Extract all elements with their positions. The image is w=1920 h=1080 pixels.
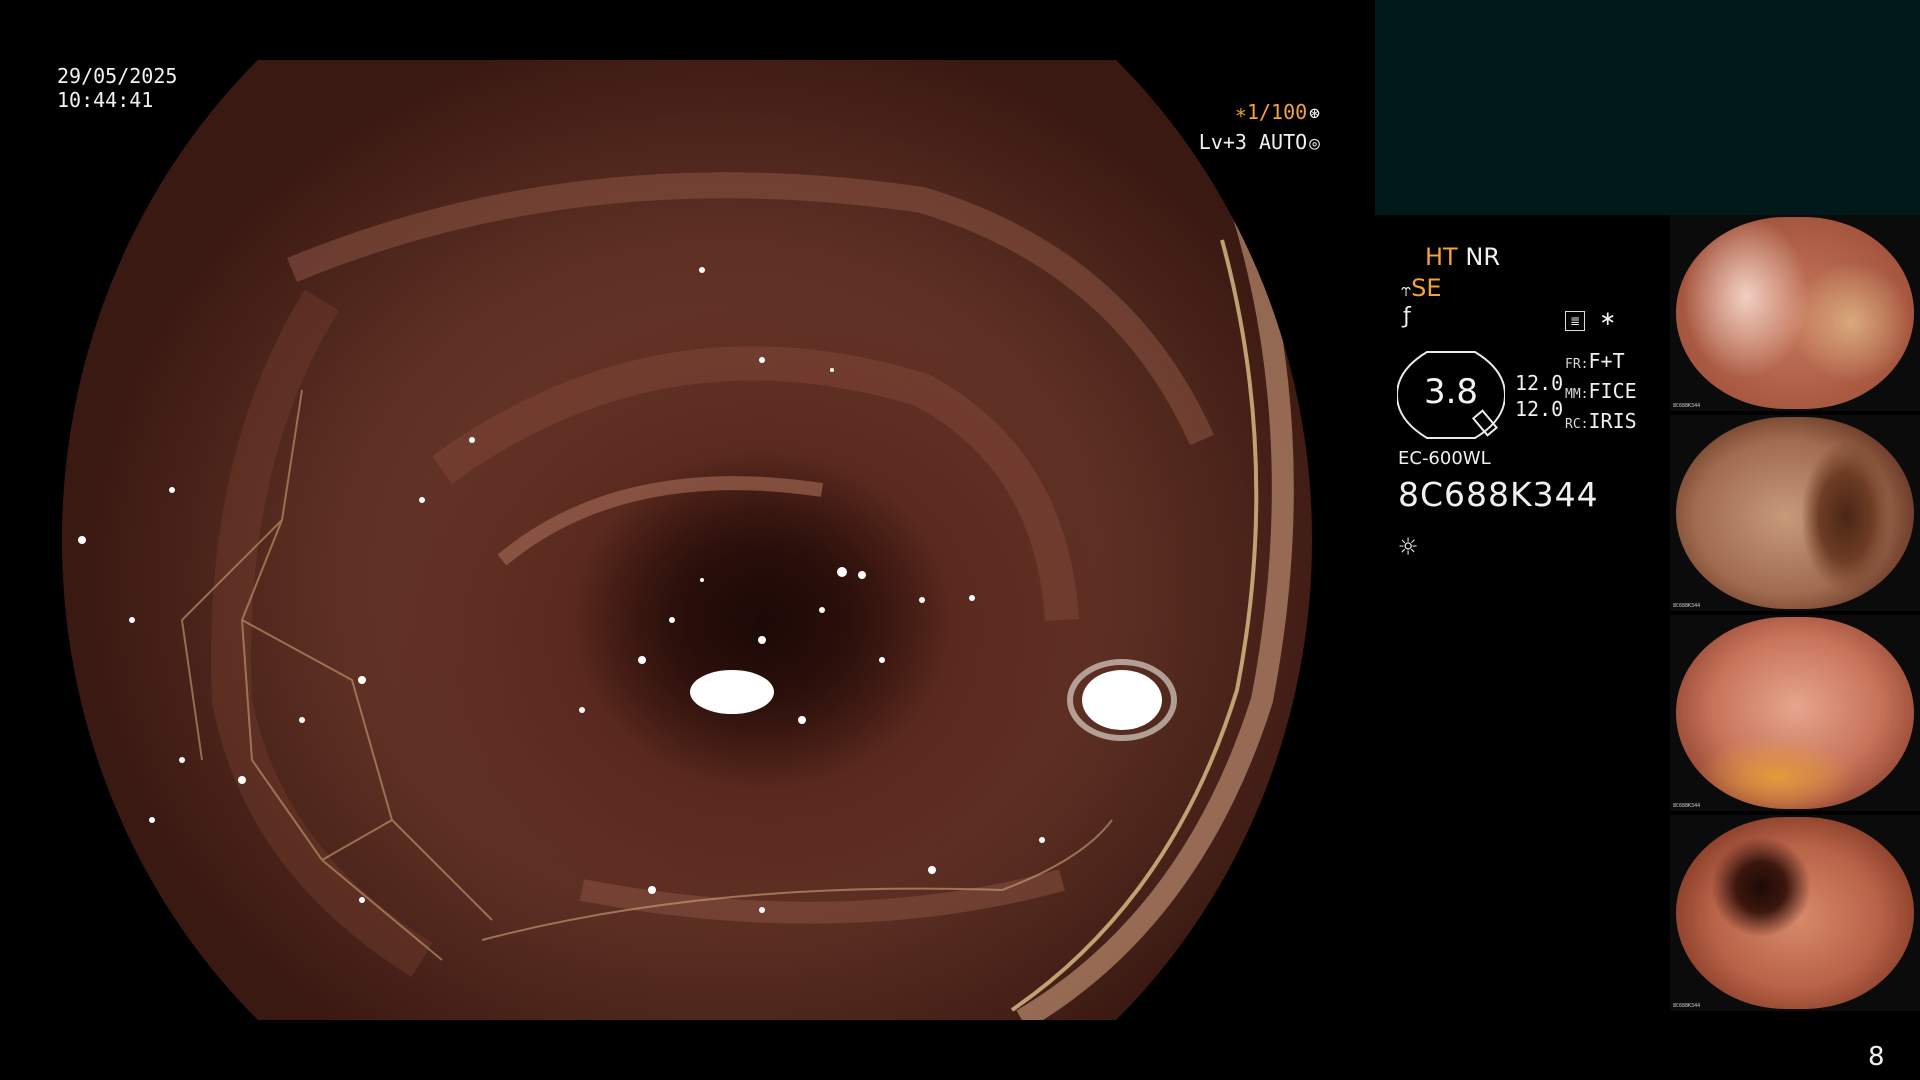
- zoom-value: 3.8: [1423, 372, 1479, 412]
- thumbnail-caption: 8C688K344: [1673, 403, 1701, 409]
- memo-mark: ∗: [1599, 306, 1617, 330]
- value-bottom: 12.0: [1515, 397, 1564, 421]
- thumbnail-image: [1676, 417, 1914, 609]
- date-text: 29/05/2025: [57, 64, 178, 88]
- structure-enhance-icon: ⥾: [1401, 280, 1412, 301]
- thumbnail-caption: 8C688K344: [1673, 603, 1701, 609]
- scope-serial: 8C688K344: [1398, 475, 1599, 514]
- scope-model: EC-600WL: [1398, 448, 1491, 469]
- ht-mode: HT: [1425, 243, 1458, 271]
- iris-icon: ◎: [1309, 133, 1320, 154]
- thumbnail-image: [1676, 617, 1914, 809]
- processor-settings: FR:F+T MM:FICE RC:IRIS: [1565, 348, 1637, 438]
- mm-key: MM:: [1565, 387, 1589, 402]
- nr-mode: NR: [1465, 243, 1500, 271]
- thumbnail-caption: 8C688K344: [1673, 803, 1701, 809]
- captured-images-strip: 8C688K344 8C688K344 8C688K344 8C688K344: [1670, 215, 1920, 1015]
- captured-image-1[interactable]: 8C688K344: [1670, 215, 1920, 411]
- shutter-speed: ∗1/100: [1234, 100, 1308, 124]
- thumbnail-image: [1676, 217, 1914, 409]
- endoscopy-screen: 29/05/2025 10:44:41 ∗1/100 ⊛ Lv+3 AUTO ◎ H…: [0, 0, 1920, 1080]
- rc-key: RC:: [1565, 417, 1589, 432]
- se-mode: SE: [1411, 274, 1442, 302]
- captured-image-2[interactable]: 8C688K344: [1670, 415, 1920, 611]
- aperture-icon: ⊛: [1309, 103, 1320, 124]
- mucosa-illustration: [78, 172, 1294, 1020]
- function-icon: ƒ: [1403, 304, 1411, 329]
- rc-value: IRIS: [1588, 409, 1637, 433]
- zoom-gauge: 3.8: [1395, 350, 1507, 440]
- date-time-display: 29/05/2025 10:44:41: [57, 64, 177, 112]
- exposure-display: ∗1/100 ⊛ Lv+3 AUTO ◎: [1199, 98, 1320, 158]
- captured-image-3[interactable]: 8C688K344: [1670, 615, 1920, 811]
- captured-image-4[interactable]: 8C688K344: [1670, 815, 1920, 1011]
- brightness-level: Lv+3 AUTO: [1198, 130, 1308, 154]
- mm-value: FICE: [1588, 379, 1637, 403]
- processor-values: 12.0 12.0: [1515, 370, 1563, 422]
- record-icon: ≣: [1565, 311, 1585, 331]
- thumbnail-caption: 8C688K344: [1673, 1003, 1701, 1009]
- thumbnail-image: [1676, 817, 1914, 1009]
- fr-value: F+T: [1588, 349, 1625, 373]
- light-icon: ☼: [1399, 530, 1418, 565]
- processor-status-panel: HT NR ⥾SE ƒ ≣ ∗ 3.8 12.0 12.0 FR:F+T MM:…: [1395, 240, 1675, 570]
- value-top: 12.0: [1515, 371, 1564, 395]
- time-text: 10:44:41: [57, 88, 154, 112]
- info-box: [1375, 0, 1920, 215]
- fr-key: FR:: [1565, 357, 1589, 372]
- page-number: 8: [1868, 1042, 1885, 1072]
- endoscope-live-view: [62, 60, 1312, 1020]
